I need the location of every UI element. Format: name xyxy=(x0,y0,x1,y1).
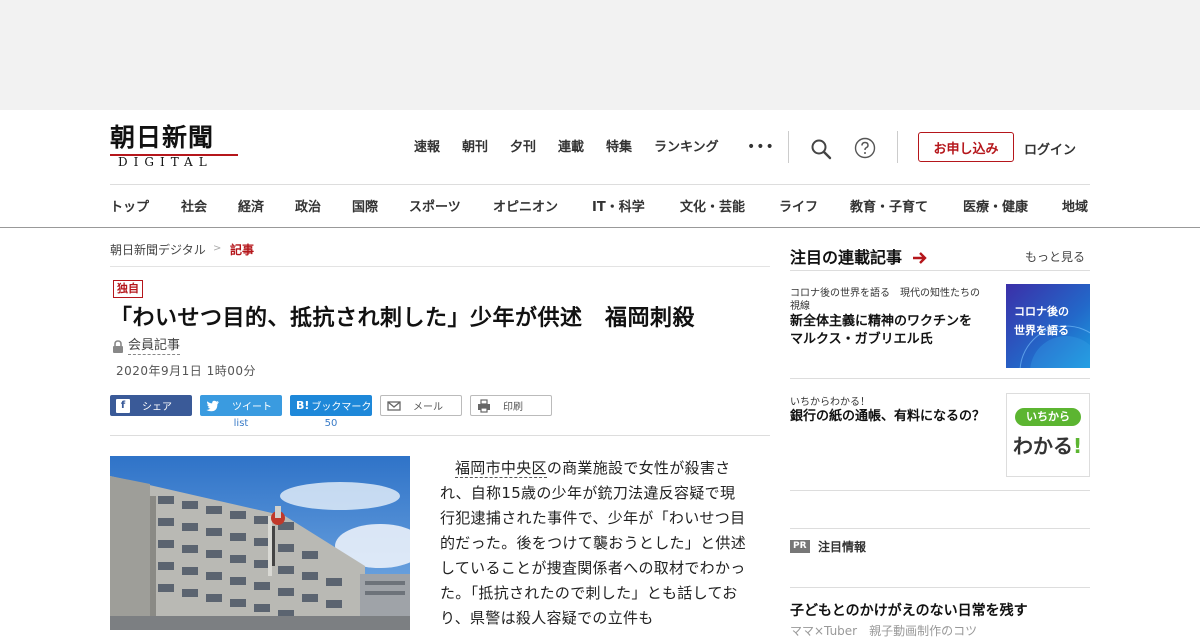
thumbnail-text-line: コロナ後の xyxy=(1014,305,1069,318)
nav-sokuho[interactable]: 速報 xyxy=(414,139,440,157)
nav-ranking[interactable]: ランキング xyxy=(654,139,719,157)
publish-date: 2020年9月1日 1時00分 xyxy=(116,364,257,378)
card-title-line: 新全体主義に精神のワクチンを xyxy=(790,314,973,329)
facebook-icon: f xyxy=(116,398,130,413)
thumbnail-text: わかる! xyxy=(1013,430,1082,459)
ad-banner-area xyxy=(0,0,1200,110)
pr-section-label: 注目情報 xyxy=(818,540,867,554)
divider xyxy=(790,528,1090,529)
cat-kokusai[interactable]: 国際 xyxy=(352,196,378,215)
thumbnail-text: コロナ後の 世界を語る xyxy=(1014,302,1069,340)
mail-icon xyxy=(387,400,401,411)
subscribe-button[interactable]: お申し込み xyxy=(918,132,1014,162)
article-paragraph: 福岡市中央区の商業施設で女性が殺害され、自称15歳の少年が銃刀法違反容疑で現行犯… xyxy=(440,456,750,631)
cat-region[interactable]: 地域 xyxy=(1062,196,1088,215)
breadcrumb-separator: > xyxy=(213,243,222,254)
cat-top[interactable]: トップ xyxy=(110,196,149,215)
logo-wordmark: 朝日新聞 xyxy=(110,123,215,152)
cat-opinion[interactable]: オピニオン xyxy=(493,196,558,215)
thumbnail-pill: いちから xyxy=(1015,408,1081,426)
cat-sports[interactable]: スポーツ xyxy=(409,196,461,215)
series-name-line: コロナ後の世界を語る 現代の知性たちの xyxy=(790,288,980,299)
cat-culture[interactable]: 文化・芸能 xyxy=(680,196,745,215)
divider xyxy=(790,587,1090,588)
article-photo[interactable] xyxy=(110,456,410,630)
series-thumbnail: いちから わかる! xyxy=(1006,393,1090,477)
divider xyxy=(110,266,770,267)
more-menu-icon[interactable]: ••• xyxy=(747,139,775,155)
twitter-share-label: ツイート xyxy=(232,402,272,413)
printer-icon xyxy=(478,398,490,413)
divider xyxy=(110,435,770,436)
exclusive-badge: 独自 xyxy=(113,280,143,298)
facebook-share-button[interactable]: f シェア xyxy=(110,395,192,416)
cat-keizai[interactable]: 経済 xyxy=(238,196,264,215)
cat-health[interactable]: 医療・健康 xyxy=(963,196,1028,215)
hatena-bookmark-button[interactable]: B! ブックマーク xyxy=(290,395,372,416)
pr-article-subtitle[interactable]: ママ×Tuber 親子動画制作のコツ xyxy=(790,622,977,639)
thumbnail-text-line: 世界を語る xyxy=(1014,324,1069,337)
divider xyxy=(110,184,1090,185)
twitter-bird-icon xyxy=(206,400,220,411)
divider xyxy=(0,227,1200,228)
sidebar-heading[interactable]: 注目の連載記事 xyxy=(790,244,928,268)
nav-yukan[interactable]: 夕刊 xyxy=(510,139,536,157)
article-body: 福岡市中央区の商業施設で女性が殺害され、自称15歳の少年が銃刀法違反容疑で現行犯… xyxy=(440,456,750,631)
card-title-line: 銀行の紙の通帳、有料になるの？ xyxy=(790,409,986,424)
cat-shakai[interactable]: 社会 xyxy=(181,196,207,215)
nav-rensai[interactable]: 連載 xyxy=(558,139,584,157)
divider xyxy=(790,490,1090,491)
sidebar-heading-text: 注目の連載記事 xyxy=(790,248,903,267)
breadcrumb-current: 記事 xyxy=(230,243,255,257)
divider xyxy=(790,270,1090,271)
police-building-image xyxy=(110,456,410,630)
print-button[interactable]: 印刷 xyxy=(470,395,552,416)
thumbnail-mark: ! xyxy=(1073,434,1083,458)
facebook-share-label: シェア xyxy=(142,402,172,413)
hatena-icon: B! xyxy=(296,399,310,412)
breadcrumb-home[interactable]: 朝日新聞デジタル xyxy=(110,241,206,258)
lock-icon xyxy=(113,340,123,353)
cat-it-science[interactable]: IT・科学 xyxy=(592,196,645,215)
cat-life[interactable]: ライフ xyxy=(779,196,818,215)
series-name-line: 視線 xyxy=(790,301,810,312)
header-divider xyxy=(788,131,789,163)
pr-badge: PR xyxy=(790,540,810,553)
nav-tokushu[interactable]: 特集 xyxy=(606,139,632,157)
card-title-line: マルクス・ガブリエル氏 xyxy=(790,332,933,347)
login-link[interactable]: ログイン xyxy=(1024,139,1076,158)
cat-education[interactable]: 教育・子育て xyxy=(850,196,928,215)
help-icon[interactable] xyxy=(854,137,876,159)
twitter-share-count[interactable]: list xyxy=(200,418,282,429)
twitter-share-button[interactable]: ツイート xyxy=(200,395,282,416)
logo-subtitle: DIGITAL xyxy=(118,155,213,169)
article-title: 「わいせつ目的、抵抗され刺した」少年が供述 福岡刺殺 xyxy=(110,306,696,331)
hatena-label: ブックマーク xyxy=(311,402,372,413)
hatena-bookmark-count[interactable]: 50 xyxy=(290,418,372,429)
cat-seiji[interactable]: 政治 xyxy=(295,196,321,215)
divider xyxy=(790,378,1090,379)
sidebar-more-link[interactable]: もっと見る xyxy=(1025,248,1085,265)
mail-share-button[interactable]: メール xyxy=(380,395,462,416)
site-logo[interactable]: 朝日新聞 DIGITAL xyxy=(110,124,240,170)
series-name-line: いちからわかる！ xyxy=(790,397,870,408)
place-link[interactable]: 福岡市中央区 xyxy=(455,459,547,478)
mail-label: メール xyxy=(413,402,443,413)
header-divider xyxy=(897,131,898,163)
search-icon[interactable] xyxy=(810,138,832,160)
print-label: 印刷 xyxy=(503,402,523,413)
series-thumbnail: コロナ後の 世界を語る xyxy=(1006,284,1090,368)
pr-article-title[interactable]: 子どもとのかけがえのない日常を残す xyxy=(790,600,1028,620)
member-article-label[interactable]: 会員記事 xyxy=(128,338,181,355)
nav-chokan[interactable]: 朝刊 xyxy=(462,139,488,157)
article-paragraph-text: の商業施設で女性が殺害され、自称15歳の少年が銃刀法違反容疑で現行犯逮捕された事… xyxy=(440,459,747,627)
arrow-right-icon xyxy=(912,252,927,264)
thumbnail-text-line: わかる xyxy=(1013,434,1073,458)
